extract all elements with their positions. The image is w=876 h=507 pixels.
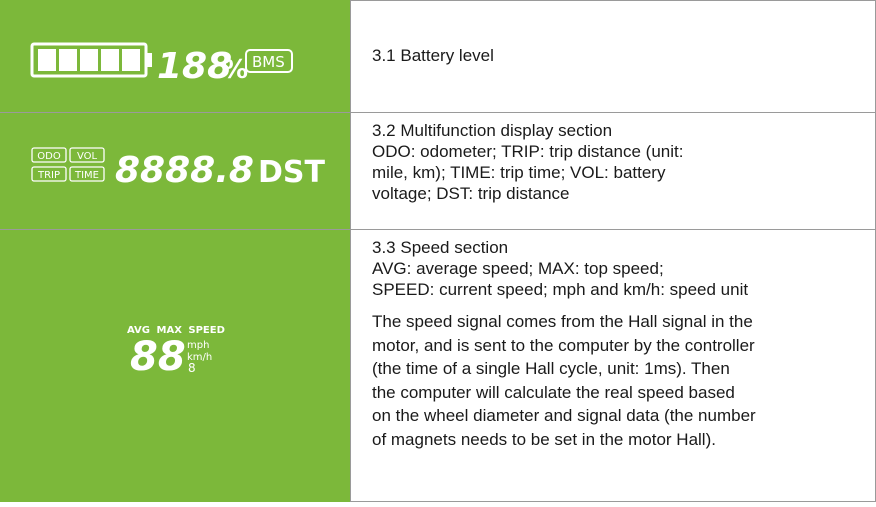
battery-display-cell: 188 % BMS (0, 0, 350, 112)
dst-unit: DST (258, 155, 326, 190)
speed-lcd: AVG MAX SPEED 88 mph km/h 8 (127, 325, 225, 380)
speed-display-cell: AVG MAX SPEED 88 mph km/h 8 (0, 229, 350, 502)
paragraph-line: (the time of a single Hall cycle, unit: … (372, 359, 730, 378)
mph-unit: mph (187, 340, 209, 351)
bms-label: BMS (252, 53, 285, 71)
section-title: 3.3 Speed section (372, 238, 509, 257)
spec-table: 188 % BMS 3.1 Battery level ODO VOL TRIP… (0, 0, 876, 502)
multifunction-display-cell: ODO VOL TRIP TIME 8888.8 DST (0, 112, 350, 229)
table-row: 188 % BMS 3.1 Battery level (0, 0, 876, 112)
distance-digits: 8888.8 (115, 150, 254, 191)
battery-lcd: 188 % BMS (30, 42, 293, 87)
description-line: mile, km); TIME: trip time; VOL: battery (372, 163, 666, 182)
description-line: ODO: odometer; TRIP: trip distance (unit… (372, 142, 684, 161)
speed-description: 3.3 Speed section AVG: average speed; MA… (350, 229, 876, 502)
description-line: AVG: average speed; MAX: top speed; (372, 259, 664, 278)
section-title: 3.2 Multifunction display section (372, 121, 613, 140)
battery-segment (122, 49, 140, 71)
paragraph-line: motor, and is sent to the computer by th… (372, 335, 755, 355)
description-line: SPEED: current speed; mph and km/h: spee… (372, 280, 749, 299)
section-title: 3.1 Battery level (372, 46, 494, 65)
column-divider (350, 0, 351, 502)
time-label: TIME (74, 170, 99, 181)
battery-segment (101, 49, 119, 71)
table-border-top (350, 0, 876, 1)
odo-label: ODO (37, 151, 61, 162)
row-divider (0, 112, 876, 113)
description-line: voltage; DST: trip distance (372, 184, 570, 203)
battery-segment (80, 49, 98, 71)
small-digit: 8 (188, 361, 196, 375)
battery-segment (59, 49, 77, 71)
paragraph-line: of magnets needs to be set in the motor … (372, 429, 716, 449)
table-row: ODO VOL TRIP TIME 8888.8 DST 3.2 Multifu… (0, 112, 876, 229)
multifunction-description: 3.2 Multifunction display section ODO: o… (350, 112, 876, 229)
battery-description: 3.1 Battery level (350, 0, 876, 112)
paragraph-line: on the wheel diameter and signal data (t… (372, 406, 756, 425)
trip-label: TRIP (37, 170, 60, 181)
percent-sign: % (222, 55, 248, 85)
table-row: AVG MAX SPEED 88 mph km/h 8 3.3 Speed se… (0, 229, 876, 502)
paragraph-line: The speed signal comes from the Hall sig… (372, 312, 753, 331)
paragraph-line: the computer will calculate the real spe… (372, 382, 735, 402)
battery-percent-digits: 188 (157, 46, 232, 87)
row-divider (0, 229, 876, 230)
vol-label: VOL (77, 151, 98, 162)
multifunction-lcd: ODO VOL TRIP TIME 8888.8 DST (31, 147, 326, 191)
battery-segment (38, 49, 56, 71)
speed-digits: 88 (130, 334, 186, 380)
